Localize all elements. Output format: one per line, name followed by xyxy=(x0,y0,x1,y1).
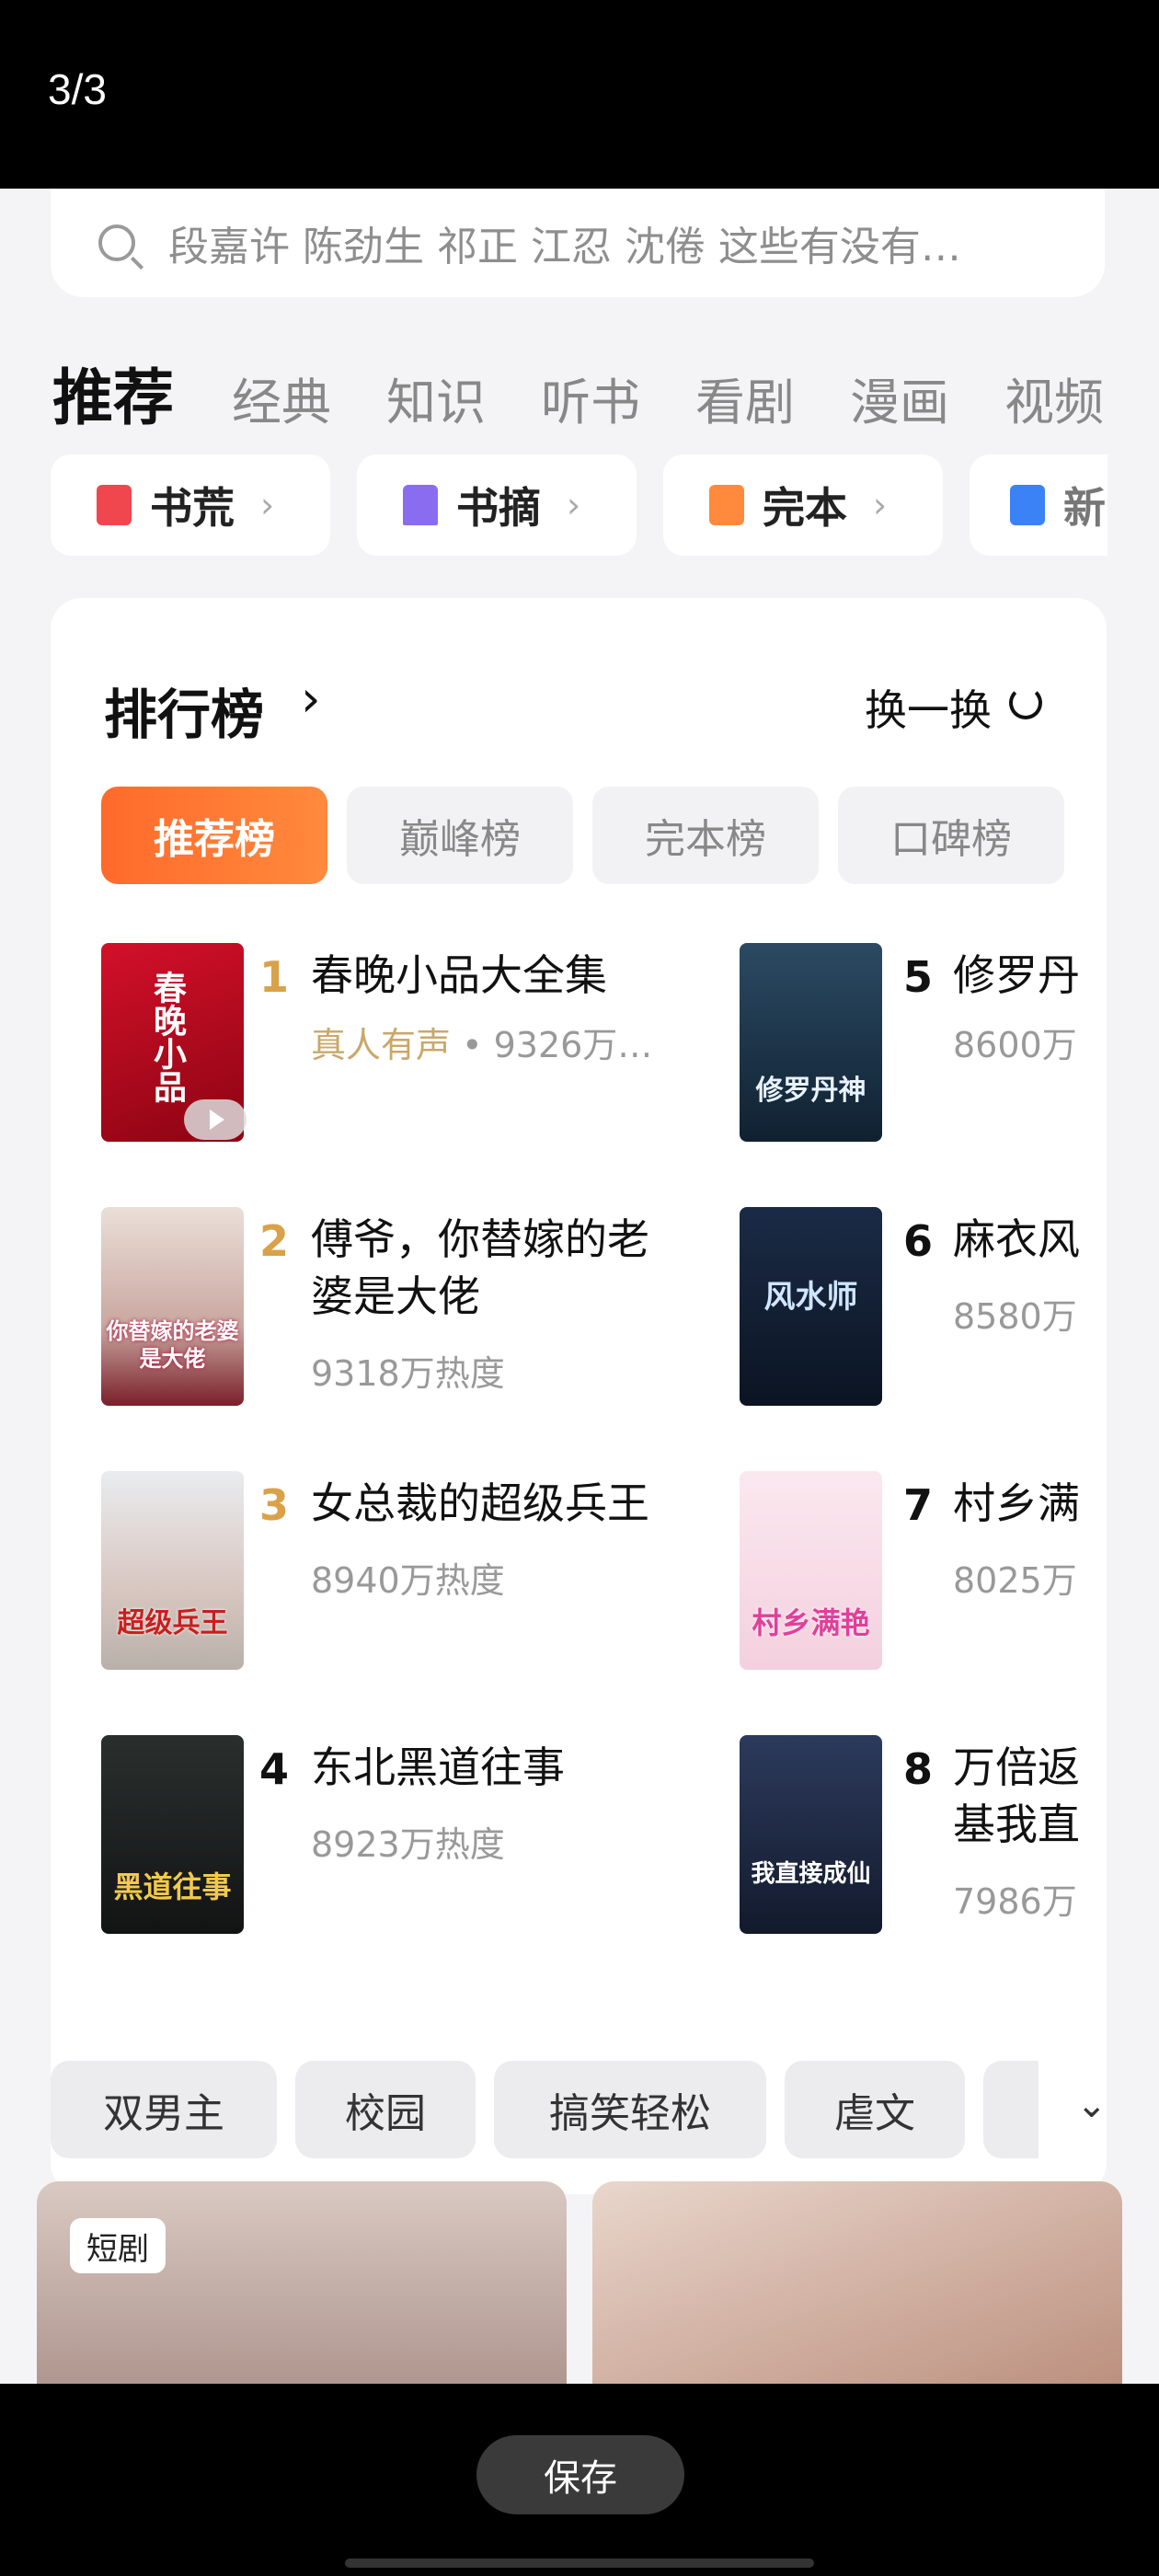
heat-value: 8940万热度 xyxy=(311,1560,505,1601)
short-drama-badge: 短剧 xyxy=(70,2218,166,2273)
chip-label: 书摘 xyxy=(456,483,541,533)
hash-tag-icon xyxy=(97,485,132,525)
subtab-peak[interactable]: 巅峰榜 xyxy=(347,787,573,884)
ranking-title[interactable]: 排行榜 xyxy=(104,672,264,749)
chevron-right-icon: › xyxy=(260,485,275,525)
book-title: 万倍返 xyxy=(953,1742,1080,1792)
rank-number: 7 xyxy=(903,1480,934,1530)
screenshot-content: 段嘉许 陈劲生 祁正 江忍 沈倦 这些有没有… 推荐 经典 知识 听书 看剧 漫… xyxy=(0,189,1159,2384)
tag-sad-story[interactable]: 虐文 xyxy=(785,2061,965,2158)
tag-campus[interactable]: 校园 xyxy=(295,2061,476,2158)
home-indicator[interactable] xyxy=(345,2559,814,2568)
heat-value: 8025万 xyxy=(953,1560,1077,1601)
chip-label: 书荒 xyxy=(150,483,235,533)
cover-title: 风水师 xyxy=(763,1279,858,1316)
feed-card-short-drama[interactable]: 短剧 xyxy=(37,2181,567,2384)
chip-new[interactable]: 新 xyxy=(970,454,1107,556)
book-title: 修罗丹 xyxy=(953,950,1080,1000)
page-indicator: 3/3 xyxy=(48,65,107,113)
cover-title: 修罗丹神 xyxy=(755,1075,866,1107)
cover-title: 我直接成仙 xyxy=(751,1860,871,1888)
viewer-top-bar: 3/3 xyxy=(0,0,1159,189)
book-cover[interactable]: 你替嫁的老婆是大佬 xyxy=(101,1207,244,1406)
cover-title: 超级兵王 xyxy=(117,1607,228,1639)
tab-video[interactable]: 视频 xyxy=(1004,362,1104,434)
tab-recommend[interactable]: 推荐 xyxy=(52,349,174,437)
rank-number: 3 xyxy=(259,1480,290,1530)
tab-drama[interactable]: 看剧 xyxy=(695,362,795,434)
rank-number: 8 xyxy=(903,1744,934,1794)
book-cover[interactable]: 风水师 xyxy=(740,1207,882,1406)
subtab-recommend[interactable]: 推荐榜 xyxy=(101,787,327,884)
tag-overflow[interactable] xyxy=(983,2061,1039,2158)
chip-book-shortage[interactable]: 书荒 › xyxy=(51,454,330,556)
book-cover[interactable]: 村乡满艳 xyxy=(740,1471,882,1670)
book-cover[interactable]: 黑道往事 xyxy=(101,1735,244,1934)
tab-classic[interactable]: 经典 xyxy=(232,362,331,434)
heat-value: 8923万热度 xyxy=(311,1824,505,1865)
search-bar[interactable]: 段嘉许 陈劲生 祁正 江忍 沈倦 这些有没有… xyxy=(51,189,1105,297)
heat-value: 8580万 xyxy=(953,1296,1077,1337)
book-title-line2: 基我直 xyxy=(953,1800,1080,1849)
book-title: 女总裁的超级兵王 xyxy=(311,1478,649,1528)
book-title: 东北黑道往事 xyxy=(311,1742,565,1792)
rank-number: 1 xyxy=(259,952,290,1002)
ranking-card: 排行榜 › 换一换 推荐榜 巅峰榜 完本榜 口碑榜 春晚小品 1 春晚小品大全集… xyxy=(51,598,1107,2194)
rank-number: 4 xyxy=(259,1744,290,1794)
viewer-bottom-bar: 保存 xyxy=(0,2384,1159,2576)
book-cover[interactable]: 我直接成仙 xyxy=(740,1735,882,1934)
book-cover[interactable]: 超级兵王 xyxy=(101,1471,244,1670)
rank-number: 2 xyxy=(259,1216,290,1266)
chevron-right-icon[interactable]: › xyxy=(301,670,321,728)
tab-comic[interactable]: 漫画 xyxy=(850,362,949,434)
subtab-reputation[interactable]: 口碑榜 xyxy=(838,787,1064,884)
bookmark-icon xyxy=(403,485,438,525)
subtab-completed[interactable]: 完本榜 xyxy=(592,787,819,884)
chip-label: 完本 xyxy=(763,483,847,533)
voice-badge: 真人有声 xyxy=(311,1025,452,1065)
cover-title: 你替嫁的老婆是大佬 xyxy=(106,1317,239,1372)
book-title: 春晚小品大全集 xyxy=(311,950,607,1000)
chip-excerpts[interactable]: 书摘 › xyxy=(357,454,637,556)
chip-label: 新 xyxy=(1063,483,1106,533)
heat-value: 9318万热度 xyxy=(311,1353,505,1394)
book-title: 傅爷，你替嫁的老 xyxy=(311,1214,649,1264)
search-icon xyxy=(98,224,135,261)
chevron-right-icon: › xyxy=(567,485,581,525)
refresh-button[interactable]: 换一换 xyxy=(865,677,992,738)
tag-funny-relaxed[interactable]: 搞笑轻松 xyxy=(494,2061,766,2158)
book-title-line2: 婆是大佬 xyxy=(311,1271,480,1321)
search-input[interactable]: 段嘉许 陈劲生 祁正 江忍 沈倦 这些有没有… xyxy=(168,213,961,272)
category-tabs: 推荐 经典 知识 听书 看剧 漫画 视频 xyxy=(0,327,1159,437)
save-button[interactable]: 保存 xyxy=(476,2435,684,2514)
book-cover[interactable]: 修罗丹神 xyxy=(740,943,882,1142)
play-icon[interactable] xyxy=(184,1099,247,1140)
tag-double-male[interactable]: 双男主 xyxy=(51,2061,277,2158)
cover-title: 春晚小品 xyxy=(148,971,187,1103)
cover-title: 黑道往事 xyxy=(113,1869,232,1904)
new-flag-icon xyxy=(1010,485,1045,525)
refresh-icon[interactable] xyxy=(1009,686,1042,719)
rank-number: 5 xyxy=(903,952,934,1002)
rank-number: 6 xyxy=(903,1216,934,1266)
cover-title: 村乡满艳 xyxy=(752,1605,870,1640)
chip-completed[interactable]: 完本 › xyxy=(663,454,943,556)
heat-value: 7986万 xyxy=(953,1881,1077,1922)
chevron-right-icon: › xyxy=(873,485,888,525)
book-meta: 真人有声 • 9326万… xyxy=(311,1017,697,1067)
book-title: 村乡满 xyxy=(953,1478,1080,1528)
tab-audiobook[interactable]: 听书 xyxy=(541,362,640,434)
book-title: 麻衣风 xyxy=(953,1214,1080,1264)
feed-card-comic[interactable] xyxy=(592,2181,1122,2384)
chevron-down-icon[interactable]: ⌄ xyxy=(1076,2084,1107,2126)
book-icon xyxy=(709,485,744,525)
heat-value: • 9326万… xyxy=(451,1025,653,1065)
heat-value: 8600万 xyxy=(953,1025,1077,1065)
tab-knowledge[interactable]: 知识 xyxy=(386,362,486,434)
